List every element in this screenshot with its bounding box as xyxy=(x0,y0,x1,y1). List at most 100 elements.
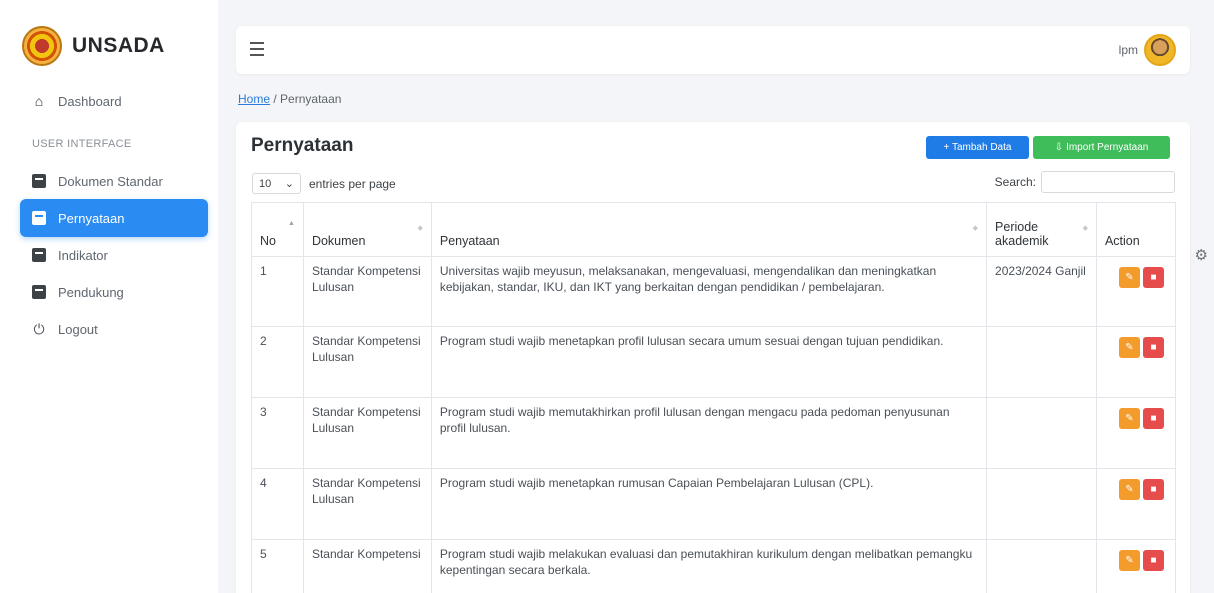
trash-icon: ■ xyxy=(1150,271,1157,283)
menu-toggle-icon[interactable] xyxy=(250,42,264,56)
sidebar-item-label: Dokumen Standar xyxy=(58,173,163,189)
column-header-label: Dokumen xyxy=(311,234,366,248)
book-icon xyxy=(32,285,46,299)
user-name[interactable]: lpm xyxy=(1119,43,1138,57)
cell-action: ✎ ■ xyxy=(1095,256,1177,327)
sidebar-item-label: Pernyataan xyxy=(58,210,125,226)
cell-action: ✎ ■ xyxy=(1095,326,1177,398)
cell-periode xyxy=(986,539,1097,593)
cell-action: ✎ ■ xyxy=(1095,468,1177,540)
delete-button[interactable]: ■ xyxy=(1142,408,1164,429)
add-data-button[interactable]: + Tambah Data xyxy=(926,136,1029,159)
trash-icon: ■ xyxy=(1150,341,1157,353)
cell-penyataan: Program studi wajib menetapkan rumusan C… xyxy=(430,468,988,540)
edit-icon: ✎ xyxy=(1125,341,1134,353)
cell-dokumen: Standar Kompetensi Lulusan xyxy=(302,256,432,327)
sort-icon: ◆ xyxy=(972,225,979,232)
column-header-penyataan[interactable]: Penyataan ◆ xyxy=(430,202,988,257)
book-icon xyxy=(32,211,46,225)
edit-icon: ✎ xyxy=(1125,271,1134,283)
column-header-action: Action xyxy=(1095,202,1177,257)
edit-button[interactable]: ✎ xyxy=(1118,479,1140,500)
column-header-label: Action xyxy=(1104,234,1140,248)
delete-button[interactable]: ■ xyxy=(1142,550,1164,571)
entries-value: 10 xyxy=(259,177,272,190)
delete-button[interactable]: ■ xyxy=(1142,337,1164,358)
cell-action: ✎ ■ xyxy=(1095,397,1177,469)
book-icon xyxy=(32,174,46,188)
table-row: 2 Standar Kompetensi Lulusan Program stu… xyxy=(251,326,1177,398)
settings-gear-icon[interactable]: ⚙ xyxy=(1195,246,1208,264)
trash-icon: ■ xyxy=(1150,483,1157,495)
sort-asc-icon: ▲ xyxy=(288,220,295,227)
sort-icon: ◆ xyxy=(1082,225,1088,232)
sidebar-item-pernyataan[interactable]: Pernyataan xyxy=(20,199,208,237)
power-icon: ⏻ xyxy=(33,320,45,337)
unsada-logo-icon xyxy=(22,26,62,66)
pernyataan-card: Pernyataan + Tambah Data ⇩ Import Pernya… xyxy=(236,122,1190,593)
avatar[interactable] xyxy=(1144,34,1176,66)
sidebar-section-label: USER INTERFACE xyxy=(32,138,132,150)
delete-button[interactable]: ■ xyxy=(1142,479,1164,500)
column-header-periode[interactable]: Periode akademik ◆ xyxy=(986,202,1097,257)
edit-button[interactable]: ✎ xyxy=(1118,408,1140,429)
edit-icon: ✎ xyxy=(1125,483,1134,495)
cell-dokumen: Standar Kompetensi Lulusan xyxy=(302,397,432,469)
chevron-down-icon: ⌄ xyxy=(284,178,294,190)
table-row: 5 Standar Kompetensi Program studi wajib… xyxy=(251,539,1177,593)
cell-periode xyxy=(986,468,1097,540)
column-header-dokumen[interactable]: Dokumen ◆ xyxy=(302,202,432,257)
sidebar: UNSADA ⌂ Dashboard USER INTERFACE Dokume… xyxy=(0,0,218,593)
search-control: Search: xyxy=(995,171,1175,193)
trash-icon: ■ xyxy=(1150,412,1157,424)
sidebar-item-logout[interactable]: ⏻ Logout xyxy=(20,310,208,348)
edit-button[interactable]: ✎ xyxy=(1118,267,1140,288)
table-row: 1 Standar Kompetensi Lulusan Universitas… xyxy=(251,256,1177,327)
entries-label: entries per page xyxy=(309,176,396,191)
edit-button[interactable]: ✎ xyxy=(1118,337,1140,358)
topbar: lpm xyxy=(236,26,1190,74)
sidebar-item-label: Indikator xyxy=(58,247,108,263)
table-header-row: No ▲ Dokumen ◆ Penyataan ◆ Periode akade… xyxy=(251,202,1177,257)
breadcrumb-home-link[interactable]: Home xyxy=(238,92,270,106)
cell-no: 5 xyxy=(251,539,304,593)
cell-dokumen: Standar Kompetensi Lulusan xyxy=(302,468,432,540)
sidebar-item-label: Pendukung xyxy=(58,284,124,300)
import-icon: ⇩ xyxy=(1054,142,1064,153)
cell-no: 1 xyxy=(251,256,304,327)
cell-no: 3 xyxy=(251,397,304,469)
breadcrumb: Home / Pernyataan xyxy=(238,92,341,106)
cell-no: 2 xyxy=(251,326,304,398)
import-pernyataan-button[interactable]: ⇩ Import Pernyataan xyxy=(1033,136,1170,159)
entries-per-page-select[interactable]: 10 ⌄ xyxy=(252,173,301,194)
cell-periode xyxy=(986,326,1097,398)
home-icon: ⌂ xyxy=(34,93,44,109)
breadcrumb-current: Pernyataan xyxy=(280,92,342,106)
sort-icon: ◆ xyxy=(417,225,423,232)
sidebar-item-pendukung[interactable]: Pendukung xyxy=(20,273,208,311)
sidebar-item-indikator[interactable]: Indikator xyxy=(20,236,208,274)
edit-button[interactable]: ✎ xyxy=(1118,550,1140,571)
cell-periode xyxy=(986,397,1097,469)
delete-button[interactable]: ■ xyxy=(1142,267,1164,288)
brand[interactable]: UNSADA xyxy=(22,25,165,67)
edit-icon: ✎ xyxy=(1125,412,1134,424)
sidebar-item-dokumen-standar[interactable]: Dokumen Standar xyxy=(20,162,208,200)
cell-no: 4 xyxy=(251,468,304,540)
sidebar-item-label: Dashboard xyxy=(58,93,122,109)
cell-penyataan: Program studi wajib menetapkan profil lu… xyxy=(430,326,988,398)
pernyataan-table: No ▲ Dokumen ◆ Penyataan ◆ Periode akade… xyxy=(251,202,1177,593)
column-header-no[interactable]: No ▲ xyxy=(251,202,304,257)
cell-dokumen: Standar Kompetensi xyxy=(302,539,432,593)
cell-penyataan: Universitas wajib meyusun, melaksanakan,… xyxy=(430,256,988,327)
book-icon xyxy=(32,248,46,262)
sidebar-item-dashboard[interactable]: ⌂ Dashboard xyxy=(20,82,208,120)
table-row: 3 Standar Kompetensi Lulusan Program stu… xyxy=(251,397,1177,469)
import-button-label: Import Pernyataan xyxy=(1066,142,1149,153)
column-header-label: Penyataan xyxy=(439,234,500,248)
cell-penyataan: Program studi wajib melakukan evaluasi d… xyxy=(430,539,988,593)
column-header-label: No xyxy=(260,234,276,248)
edit-icon: ✎ xyxy=(1125,554,1134,566)
cell-penyataan: Program studi wajib memutakhirkan profil… xyxy=(430,397,988,469)
search-input[interactable] xyxy=(1041,171,1175,193)
